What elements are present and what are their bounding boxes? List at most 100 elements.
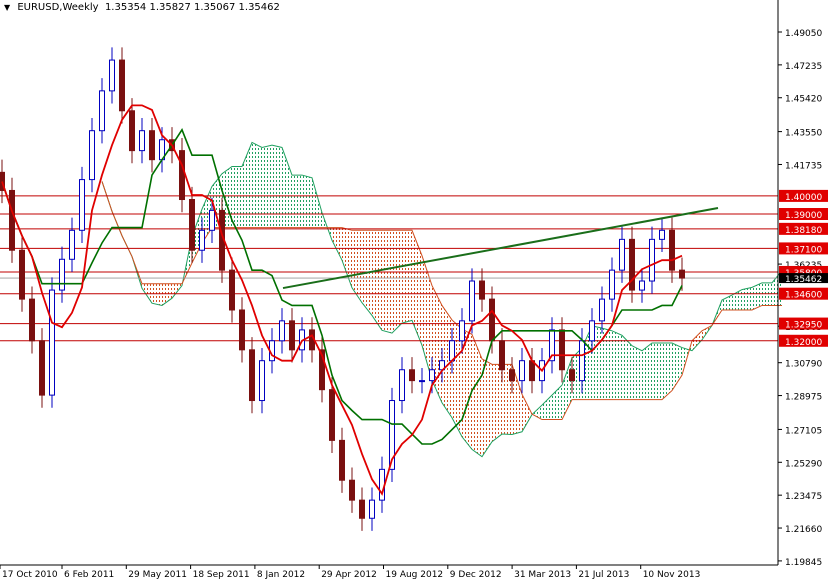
- cloud-segment: [292, 175, 302, 228]
- bear-candle: [240, 310, 245, 350]
- cloud-segment: [632, 346, 642, 400]
- cloud-segment: [312, 178, 322, 228]
- cloud-segment: [282, 147, 292, 227]
- bull-candle: [620, 239, 625, 270]
- cloud-segment: [662, 343, 672, 400]
- bear-candle: [330, 390, 335, 441]
- bear-candle: [480, 281, 485, 299]
- time-tick-label: 18 Sep 2011: [193, 570, 250, 579]
- price-tick-label: 1.23475: [785, 492, 822, 502]
- cloud-segment: [352, 230, 362, 302]
- cloud-segment: [392, 230, 402, 333]
- cloud-segment: [472, 334, 482, 456]
- bear-candle: [120, 60, 125, 111]
- bull-candle: [660, 230, 665, 239]
- bear-candle: [250, 350, 255, 401]
- price-chart[interactable]: 1.490501.472351.454201.435501.417351.362…: [0, 0, 828, 579]
- cloud-segment: [252, 142, 262, 227]
- bull-candle: [600, 299, 605, 321]
- bull-candle: [260, 361, 265, 401]
- bear-candle: [180, 151, 185, 200]
- cloud-segment: [342, 228, 352, 288]
- bear-candle: [40, 341, 45, 395]
- bull-candle: [200, 230, 205, 250]
- bear-candle: [290, 321, 295, 350]
- level-label: 1.38180: [785, 226, 822, 236]
- bear-candle: [500, 341, 505, 370]
- bull-candle: [370, 500, 375, 518]
- bear-candle: [30, 299, 35, 341]
- cloud-segment: [382, 230, 392, 333]
- time-tick-label: 31 Mar 2013: [514, 570, 571, 579]
- bear-candle: [150, 131, 155, 160]
- time-tick-label: 29 Apr 2012: [321, 570, 377, 579]
- bear-candle: [340, 440, 345, 480]
- bull-candle: [110, 60, 115, 91]
- time-tick-label: 8 Jan 2012: [257, 570, 305, 579]
- time-tick-label: 21 Jul 2013: [578, 570, 629, 579]
- bull-candle: [460, 321, 465, 341]
- cloud-segment: [402, 230, 412, 323]
- bull-candle: [610, 270, 615, 299]
- bear-candle: [680, 270, 685, 278]
- price-tick-label: 1.27105: [785, 426, 822, 436]
- bull-candle: [650, 239, 655, 281]
- level-label: 1.39000: [785, 211, 822, 221]
- chart-window[interactable]: 1.490501.472351.454201.435501.417351.362…: [0, 0, 828, 579]
- bear-candle: [20, 250, 25, 299]
- time-tick-label: 17 Oct 2010: [2, 570, 58, 579]
- cloud-segment: [302, 175, 312, 228]
- cloud-segment: [272, 145, 282, 227]
- price-tick-label: 1.19845: [785, 558, 822, 568]
- bull-candle: [60, 259, 65, 290]
- bear-candle: [130, 111, 135, 151]
- bear-candle: [190, 200, 195, 251]
- price-tick-label: 1.21660: [785, 525, 822, 535]
- level-label: 1.32950: [785, 321, 822, 331]
- price-tick-label: 1.43550: [785, 129, 822, 139]
- cloud-segment: [642, 343, 652, 400]
- bull-candle: [470, 281, 475, 321]
- ichimoku-cloud: [102, 142, 782, 456]
- current-price-label: 1.35462: [785, 275, 822, 285]
- cloud-segment: [152, 284, 162, 306]
- bull-candle: [520, 361, 525, 381]
- cloud-segment: [412, 230, 422, 345]
- level-label: 1.32000: [785, 338, 822, 348]
- bull-candle: [50, 290, 55, 395]
- bull-candle: [280, 321, 285, 341]
- time-tick-label: 9 Dec 2012: [450, 570, 502, 579]
- chart-title: ▼ EURUSD,Weekly 1.35354 1.35827 1.35067 …: [4, 2, 280, 13]
- bull-candle: [80, 180, 85, 231]
- cloud-segment: [652, 343, 662, 400]
- price-tick-label: 1.45420: [785, 95, 822, 105]
- price-tick-label: 1.49050: [785, 29, 822, 39]
- bull-candle: [400, 370, 405, 401]
- cloud-segment: [262, 145, 272, 227]
- bull-candle: [640, 281, 645, 290]
- cloud-segment: [742, 287, 752, 310]
- cloud-segment: [522, 394, 532, 432]
- ohlc-readout: 1.35354 1.35827 1.35067 1.35462: [105, 2, 280, 13]
- bull-candle: [430, 370, 435, 381]
- cloud-segment: [482, 359, 492, 457]
- bull-candle: [420, 381, 425, 382]
- price-tick-label: 1.30790: [785, 360, 822, 370]
- level-label: 1.37100: [785, 245, 822, 255]
- time-tick-label: 6 Feb 2011: [64, 570, 114, 579]
- cloud-segment: [492, 364, 502, 441]
- price-tick-label: 1.28975: [785, 393, 822, 403]
- bull-candle: [590, 321, 595, 341]
- symbol-timeframe: EURUSD,Weekly: [17, 2, 98, 13]
- bull-candle: [580, 341, 585, 381]
- bear-candle: [350, 480, 355, 500]
- level-label: 1.34600: [785, 291, 822, 301]
- cloud-segment: [542, 395, 552, 419]
- bear-candle: [360, 500, 365, 518]
- bear-candle: [670, 230, 675, 270]
- price-tick-label: 1.25290: [785, 459, 822, 469]
- bear-candle: [230, 270, 235, 310]
- dropdown-triangle-icon[interactable]: ▼: [4, 3, 10, 12]
- bear-candle: [560, 330, 565, 370]
- senkou-a-line: [102, 142, 782, 456]
